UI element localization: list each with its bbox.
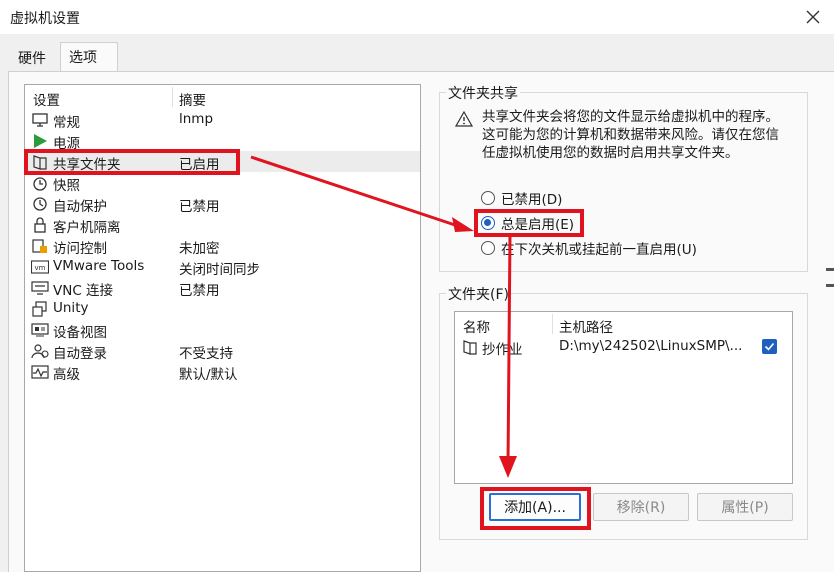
settings-item-isolation[interactable]: 客户机隔离 <box>25 214 420 236</box>
settings-item-unity[interactable]: Unity <box>25 298 420 319</box>
column-header-setting[interactable]: 设置 <box>33 89 60 109</box>
radio-until-poweroff[interactable]: 在下次关机或挂起前一直启用(U) <box>481 238 697 258</box>
settings-item-label: VNC 连接 <box>53 283 114 299</box>
settings-item-advanced[interactable]: 高级 默认/默认 <box>25 361 420 383</box>
folder-sharing-title: 文件夹共享 <box>446 83 520 103</box>
settings-item-summary: 默认/默认 <box>179 367 238 383</box>
radio-button-selected[interactable] <box>481 216 495 230</box>
tab-hardware[interactable]: 硬件 <box>10 44 54 72</box>
settings-item-general[interactable]: 常规 lnmp <box>25 109 420 131</box>
advanced-icon <box>31 365 49 379</box>
unity-icon <box>32 301 47 317</box>
settings-item-label: 自动保护 <box>53 199 107 215</box>
folder-name: 抄作业 <box>482 342 523 358</box>
sharing-warning-text: 共享文件夹会将您的文件显示给虚拟机中的程序。这可能为您的计算机和数据带来风险。请… <box>482 109 779 161</box>
settings-item-label: 快照 <box>53 178 80 194</box>
settings-item-summary: 不受支持 <box>179 346 233 362</box>
folder-enabled-checkbox[interactable] <box>762 339 777 354</box>
radio-disabled[interactable]: 已禁用(D) <box>481 188 562 208</box>
shared-folder-icon <box>463 340 477 355</box>
access-control-icon <box>32 239 47 253</box>
settings-item-label: Unity <box>53 300 89 316</box>
warning-icon <box>455 111 473 127</box>
settings-item-power[interactable]: 电源 <box>25 130 420 152</box>
settings-item-summary: lnmp <box>179 111 214 127</box>
column-divider[interactable] <box>172 87 173 107</box>
folder-table[interactable]: 名称 主机路径 抄作业 D:\my\242502\LinuxSMP\... <box>454 311 793 484</box>
close-button[interactable] <box>800 4 826 30</box>
tab-options[interactable]: 选项 <box>60 42 118 73</box>
settings-item-autoprotect[interactable]: 自动保护 已禁用 <box>25 193 420 215</box>
window-title: 虚拟机设置 <box>10 11 80 27</box>
checkmark-icon <box>764 342 775 351</box>
vnc-icon <box>31 281 49 295</box>
title-bar: 虚拟机设置 <box>0 0 834 34</box>
shared-folder-icon <box>33 155 47 170</box>
radio-label: 已禁用(D) <box>501 192 563 208</box>
radio-button[interactable] <box>481 241 495 255</box>
settings-item-summary: 已启用 <box>179 157 220 173</box>
settings-item-label: 电源 <box>53 136 80 152</box>
scroll-mark <box>826 284 834 287</box>
properties-button[interactable]: 属性(P) <box>697 493 793 521</box>
settings-item-summary: 关闭时间同步 <box>179 262 260 278</box>
close-icon <box>806 10 820 24</box>
settings-item-shared-folders[interactable]: 共享文件夹 已启用 <box>25 151 420 173</box>
vm-icon: vm <box>31 260 49 274</box>
autoprotect-icon <box>33 197 47 211</box>
folder-host-path: D:\my\242502\LinuxSMP\... <box>559 338 743 354</box>
radio-label: 总是启用(E) <box>501 217 575 233</box>
settings-item-summary: 已禁用 <box>179 199 220 215</box>
radio-label: 在下次关机或挂起前一直启用(U) <box>501 242 697 258</box>
column-divider[interactable] <box>552 314 553 334</box>
settings-item-access-control[interactable]: 访问控制 未加密 <box>25 235 420 257</box>
snapshot-icon <box>33 177 47 191</box>
column-header-summary[interactable]: 摘要 <box>179 89 206 109</box>
settings-item-label: 访问控制 <box>53 241 107 257</box>
settings-item-label: 设备视图 <box>53 325 107 341</box>
settings-item-autologin[interactable]: 自动登录 不受支持 <box>25 340 420 362</box>
svg-text:vm: vm <box>35 264 46 272</box>
settings-item-label: 共享文件夹 <box>53 157 121 173</box>
settings-item-device-view[interactable]: 设备视图 <box>25 319 420 341</box>
column-header-host-path[interactable]: 主机路径 <box>559 316 613 336</box>
settings-item-label: 客户机隔离 <box>53 220 121 236</box>
settings-item-summary: 已禁用 <box>179 283 220 299</box>
scroll-mark <box>826 268 834 271</box>
add-button[interactable]: 添加(A)... <box>489 493 581 521</box>
settings-item-label: 高级 <box>53 367 80 383</box>
settings-item-label: 自动登录 <box>53 346 107 362</box>
remove-button[interactable]: 移除(R) <box>593 493 689 521</box>
play-icon <box>34 134 47 148</box>
folder-row[interactable]: 抄作业 D:\my\242502\LinuxSMP\... <box>455 336 792 358</box>
settings-item-vmware-tools[interactable]: vm VMware Tools 关闭时间同步 <box>25 256 420 278</box>
monitor-icon <box>32 113 48 127</box>
settings-item-label: 常规 <box>53 115 80 131</box>
column-header-name[interactable]: 名称 <box>463 316 490 336</box>
tab-bar: 硬件 选项 <box>0 34 834 73</box>
settings-item-snapshot[interactable]: 快照 <box>25 172 420 194</box>
settings-item-summary: 未加密 <box>179 241 220 257</box>
settings-item-label: VMware Tools <box>53 258 145 274</box>
radio-always-enabled[interactable]: 总是启用(E) <box>481 213 574 233</box>
radio-button[interactable] <box>481 191 495 205</box>
device-view-icon <box>31 323 49 337</box>
autologin-icon <box>31 344 49 359</box>
folders-title: 文件夹(F) <box>446 284 511 304</box>
settings-item-vnc[interactable]: VNC 连接 已禁用 <box>25 277 420 299</box>
lock-icon <box>34 217 46 233</box>
settings-list[interactable]: 设置 摘要 常规 lnmp 电源 共享文件夹 已启用 快照 自动保护 已禁用 客… <box>24 84 421 572</box>
settings-list-header: 设置 摘要 <box>25 85 420 109</box>
